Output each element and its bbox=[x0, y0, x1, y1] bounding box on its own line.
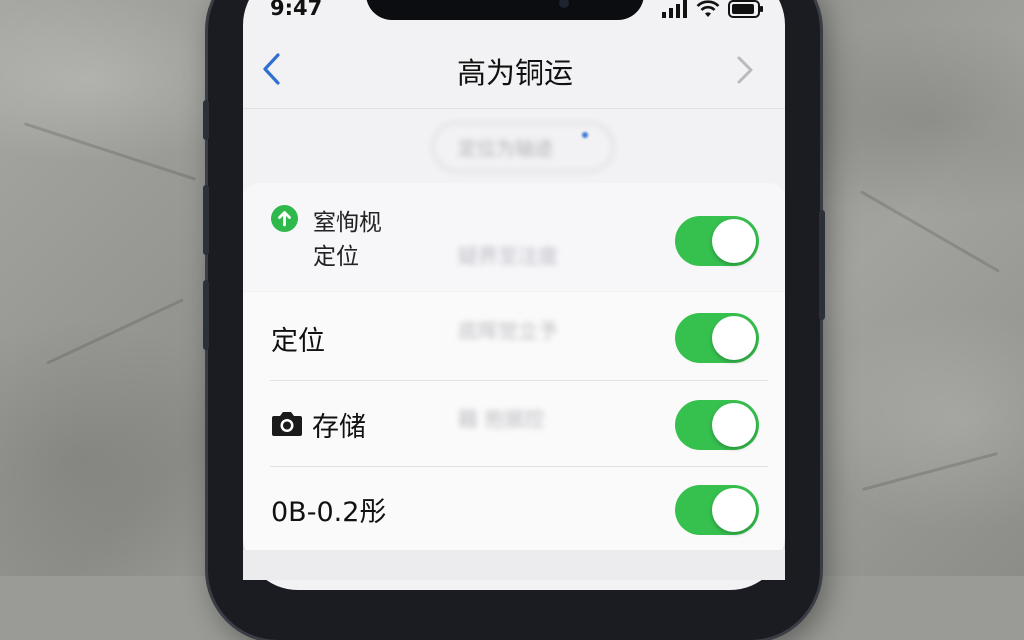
battery-icon bbox=[728, 0, 763, 18]
top-row-toggle[interactable] bbox=[675, 216, 759, 266]
signal-icon bbox=[662, 0, 687, 18]
arrow-up-circle-icon bbox=[271, 205, 298, 232]
page-title: 高为铜运 bbox=[456, 56, 573, 90]
notch bbox=[366, 0, 644, 20]
chevron-left-icon[interactable] bbox=[260, 52, 284, 86]
ghost-text-3: 籍 抱据控 bbox=[458, 407, 545, 431]
side-button bbox=[203, 100, 209, 140]
volume-down-button bbox=[203, 280, 209, 350]
ghost-text-1: 疑界至注度 bbox=[458, 244, 558, 268]
top-row-label-line2: 定位 bbox=[313, 244, 359, 270]
camera-icon bbox=[272, 412, 302, 436]
power-button bbox=[819, 210, 825, 320]
size-toggle[interactable] bbox=[675, 485, 759, 535]
ghost-pill-text: 定位为轴迹 bbox=[458, 138, 554, 160]
ghost-text-2: 底晖觉立予 bbox=[458, 319, 558, 343]
top-row-label-line1: 窒恂枧 bbox=[313, 210, 382, 236]
location-toggle[interactable] bbox=[675, 313, 759, 363]
divider bbox=[270, 380, 768, 381]
wifi-icon bbox=[696, 0, 720, 17]
volume-up-button bbox=[203, 185, 209, 255]
status-icons bbox=[662, 0, 764, 21]
storage-toggle[interactable] bbox=[675, 400, 759, 450]
storage-row-label: 存储 bbox=[312, 412, 366, 443]
location-row-label: 定位 bbox=[271, 326, 325, 357]
status-time: 9:47 bbox=[270, 0, 323, 20]
size-row-label: 0B-0.2彤 bbox=[271, 497, 387, 528]
divider bbox=[270, 466, 768, 467]
chevron-right-icon[interactable] bbox=[734, 55, 756, 85]
notification-dot bbox=[582, 132, 588, 138]
